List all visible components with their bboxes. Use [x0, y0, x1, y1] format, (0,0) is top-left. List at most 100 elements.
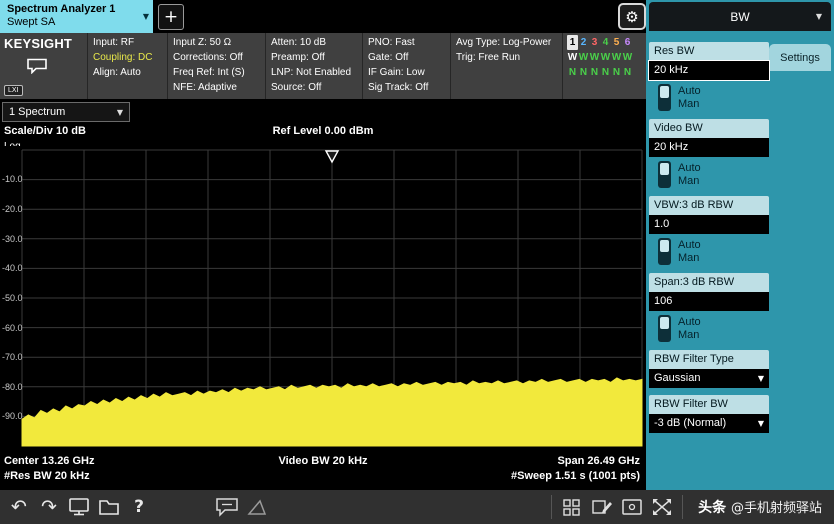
add-tab-button[interactable]: +	[158, 4, 184, 30]
y-tick: -90.0	[2, 411, 23, 421]
display-window-icon[interactable]	[617, 493, 647, 521]
chevron-down-icon: ▼	[758, 374, 764, 383]
file-folder-icon[interactable]	[94, 493, 124, 521]
message-bubble-icon[interactable]	[26, 58, 48, 79]
video-bw-value[interactable]: 20 kHz	[649, 138, 769, 157]
rbw-filter-type-selected: Gaussian	[654, 372, 700, 384]
y-tick: -30.0	[2, 234, 23, 244]
man-option[interactable]: Man	[678, 98, 701, 111]
toggle-switch-icon[interactable]	[658, 238, 671, 265]
watermark-logo-text: 头条	[698, 500, 726, 516]
trace-4-number[interactable]: 4	[600, 35, 611, 50]
trace-selector-dropdown[interactable]: 1 Spectrum ▼	[2, 102, 130, 122]
ref-level-label[interactable]: Ref Level 0.00 dBm	[0, 125, 646, 137]
redo-icon[interactable]: ↷	[34, 493, 64, 521]
top-bar: Spectrum Analyzer 1 Swept SA ▼ + ⚙	[0, 0, 646, 33]
mode-tab-swept-sa[interactable]: Spectrum Analyzer 1 Swept SA ▼	[0, 0, 153, 33]
trace-1-detector: N	[567, 65, 578, 80]
trace-detectors-row: NNNNNN	[567, 65, 642, 80]
trace-3-detector: N	[589, 65, 600, 80]
input-z-setting: Input Z: 50 Ω	[173, 35, 260, 50]
man-option[interactable]: Man	[678, 175, 701, 188]
rbw-filter-type-key[interactable]: RBW Filter Type	[649, 350, 769, 369]
trace-5-type: W	[611, 50, 622, 65]
grid-select-icon[interactable]	[557, 493, 587, 521]
rbw-filter-type-value[interactable]: Gaussian ▼	[649, 369, 769, 388]
menu-title-dropdown[interactable]: BW ▼	[649, 2, 831, 31]
span-rbw-value[interactable]: 106	[649, 292, 769, 311]
res-bw-key[interactable]: Res BW	[649, 42, 769, 61]
man-option[interactable]: Man	[678, 329, 701, 342]
video-bw-auto-man-toggle[interactable]: Auto Man	[649, 157, 769, 189]
trace-5-detector: N	[611, 65, 622, 80]
gear-icon[interactable]: ⚙	[618, 3, 646, 30]
toggle-switch-icon[interactable]	[658, 315, 671, 342]
auto-option[interactable]: Auto	[678, 316, 701, 329]
man-option[interactable]: Man	[678, 252, 701, 265]
spectrum-plot[interactable]: -10.0 -20.0 -30.0 -40.0 -50.0 -60.0 -70.…	[0, 146, 646, 454]
freq-ref-setting: Freq Ref: Int (S)	[173, 65, 260, 80]
screenshot-icon[interactable]	[64, 493, 94, 521]
marker-triangle-icon[interactable]	[242, 493, 272, 521]
trace-6-number[interactable]: 6	[622, 35, 633, 50]
gate-setting: Gate: Off	[368, 50, 445, 65]
vbw-rbw-value[interactable]: 1.0	[649, 215, 769, 234]
tab-settings[interactable]: Settings	[769, 44, 831, 71]
avg-type-setting: Avg Type: Log-Power	[456, 35, 557, 50]
auto-option[interactable]: Auto	[678, 239, 701, 252]
lxi-badge: LXI	[4, 85, 23, 96]
trace-6-type: W	[622, 50, 633, 65]
sig-track-setting: Sig Track: Off	[368, 80, 445, 95]
menu-item-res-bw: Res BW 20 kHz Auto Man	[649, 42, 769, 112]
help-icon[interactable]: ?	[124, 493, 154, 521]
auto-option[interactable]: Auto	[678, 162, 701, 175]
if-gain-setting: IF Gain: Low	[368, 65, 445, 80]
vbw-rbw-auto-man-toggle[interactable]: Auto Man	[649, 234, 769, 266]
res-bw-annotation[interactable]: #Res BW 20 kHz	[4, 470, 90, 482]
vbw-rbw-key[interactable]: VBW:3 dB RBW	[649, 196, 769, 215]
fullscreen-expand-icon[interactable]	[647, 493, 677, 521]
bottom-toolbar: ↶ ↷ ? 头条 @手机射频	[0, 490, 834, 524]
annotation-bubble-icon[interactable]	[212, 493, 242, 521]
trace-3-number[interactable]: 3	[589, 35, 600, 50]
trace-5-number[interactable]: 5	[611, 35, 622, 50]
trace-status-block[interactable]: 123456 WWWWWW NNNNNN	[563, 33, 646, 99]
trace-1-number[interactable]: 1	[567, 35, 578, 50]
sweep-annotation[interactable]: #Sweep 1.51 s (1001 pts)	[511, 470, 640, 482]
chart-footer: Center 13.26 GHz Video BW 20 kHz Span 26…	[0, 455, 646, 485]
brand-column: KEYSIGHT LXI	[0, 33, 88, 99]
video-bw-key[interactable]: Video BW	[649, 119, 769, 138]
toggle-switch-icon[interactable]	[658, 161, 671, 188]
watermark-handle-text: @手机射频驿站	[731, 501, 822, 516]
span-annotation[interactable]: Span 26.49 GHz	[557, 455, 640, 467]
toolbar-divider	[682, 495, 683, 519]
span-rbw-auto-man-toggle[interactable]: Auto Man	[649, 311, 769, 343]
video-bw-annotation[interactable]: Video BW 20 kHz	[0, 455, 646, 467]
trace-1-type: W	[567, 50, 578, 65]
menu-item-rbw-filter-type: RBW Filter Type Gaussian ▼	[649, 350, 769, 388]
undo-icon[interactable]: ↶	[4, 493, 34, 521]
input-setting: Input: RF	[93, 35, 162, 50]
menu-item-span-rbw-ratio: Span:3 dB RBW 106 Auto Man	[649, 273, 769, 343]
chevron-down-icon: ▼	[117, 108, 123, 117]
spectrum-trace-svg[interactable]	[0, 146, 646, 454]
toggle-switch-icon[interactable]	[658, 84, 671, 111]
menu-items-column: Res BW 20 kHz Auto Man Video BW 20 kHz A…	[649, 42, 769, 440]
rbw-filter-bw-value[interactable]: -3 dB (Normal) ▼	[649, 414, 769, 433]
edit-layout-icon[interactable]	[587, 493, 617, 521]
res-bw-auto-man-toggle[interactable]: Auto Man	[649, 80, 769, 112]
source-setting: Source: Off	[271, 80, 357, 95]
rbw-filter-bw-key[interactable]: RBW Filter BW	[649, 395, 769, 414]
impedance-settings-column: Input Z: 50 Ω Corrections: Off Freq Ref:…	[168, 33, 266, 99]
res-bw-value[interactable]: 20 kHz	[649, 61, 769, 80]
menu-item-video-bw: Video BW 20 kHz Auto Man	[649, 119, 769, 189]
status-header: KEYSIGHT LXI Input: RF Coupling: DC Alig…	[0, 33, 646, 99]
trace-2-number[interactable]: 2	[578, 35, 589, 50]
auto-option[interactable]: Auto	[678, 85, 701, 98]
preamp-setting: Preamp: Off	[271, 50, 357, 65]
pno-setting: PNO: Fast	[368, 35, 445, 50]
span-rbw-key[interactable]: Span:3 dB RBW	[649, 273, 769, 292]
chevron-down-icon: ▼	[816, 12, 822, 21]
menu-item-vbw-rbw-ratio: VBW:3 dB RBW 1.0 Auto Man	[649, 196, 769, 266]
menu-title-label: BW	[730, 10, 749, 24]
